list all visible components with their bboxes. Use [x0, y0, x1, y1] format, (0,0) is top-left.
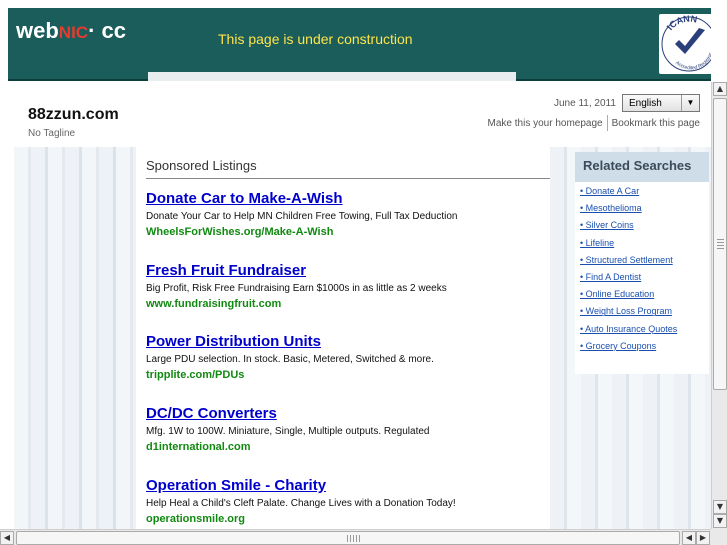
listing-title-link[interactable]: Fresh Fruit Fundraiser: [146, 262, 546, 279]
language-select-value: English: [629, 98, 662, 109]
related-searches-panel: Related Searches • Donate A Car • Mesoth…: [575, 152, 709, 374]
site-title: 88zzun.com: [28, 106, 119, 123]
listing-title-link[interactable]: Operation Smile - Charity: [146, 477, 546, 494]
related-searches-heading: Related Searches: [575, 152, 709, 182]
arrow-up-icon[interactable]: ▲: [713, 82, 727, 96]
language-select[interactable]: English ▼: [622, 94, 700, 112]
listing-description: Help Heal a Child's Cleft Palate. Change…: [146, 498, 456, 509]
listing-title-link[interactable]: Power Distribution Units: [146, 333, 546, 350]
listing-item: DC/DC Converters Mfg. 1W to 100W. Miniat…: [146, 405, 546, 453]
icann-badge[interactable]: ICANN Accredited Registrar: [659, 13, 711, 74]
current-date: June 11, 2011: [554, 98, 616, 109]
banner-strip: [148, 72, 516, 81]
sponsored-heading: Sponsored Listings: [146, 158, 257, 173]
listing-item: Donate Car to Make-A-Wish Donate Your Ca…: [146, 190, 546, 238]
arrow-down-icon[interactable]: ▼: [713, 500, 727, 514]
horizontal-scrollbar[interactable]: ◀ ◀ ▶: [0, 529, 711, 545]
page-viewport: webNIC· cc This page is under constructi…: [0, 0, 711, 529]
sponsored-listings-panel: Sponsored Listings Donate Car to Make-A-…: [136, 147, 550, 529]
make-homepage-link[interactable]: Make this your homepage: [488, 118, 603, 129]
arrow-right-icon[interactable]: ▶: [696, 531, 710, 545]
related-search-link[interactable]: • Donate A Car: [580, 186, 709, 203]
listing-url-link[interactable]: operationsmile.org: [146, 513, 546, 525]
listing-item: Operation Smile - Charity Help Heal a Ch…: [146, 477, 546, 525]
related-searches-list: • Donate A Car • Mesothelioma • Silver C…: [575, 182, 709, 358]
logo-cc-text: · cc: [88, 18, 126, 43]
registrar-banner: webNIC· cc This page is under constructi…: [8, 8, 711, 81]
icann-seal-icon: ICANN Accredited Registrar: [661, 13, 711, 72]
site-tagline: No Tagline: [28, 128, 76, 139]
arrow-down-icon[interactable]: ▼: [713, 514, 727, 528]
webnic-logo[interactable]: webNIC· cc: [16, 18, 126, 44]
listing-description: Big Profit, Risk Free Fundraising Earn $…: [146, 283, 447, 294]
vertical-scrollbar[interactable]: ▲ ▼ ▼: [711, 82, 727, 529]
logo-web-text: web: [16, 18, 59, 43]
listing-title-link[interactable]: DC/DC Converters: [146, 405, 546, 422]
listing-url-link[interactable]: d1international.com: [146, 441, 546, 453]
link-divider: [606, 115, 608, 131]
grip-icon: [717, 239, 724, 251]
listing-item: Power Distribution Units Large PDU selec…: [146, 333, 546, 381]
related-search-link[interactable]: • Silver Coins: [580, 220, 709, 237]
listing-item: Fresh Fruit Fundraiser Big Profit, Risk …: [146, 262, 546, 310]
related-search-link[interactable]: • Auto Insurance Quotes: [580, 324, 709, 341]
related-search-link[interactable]: • Structured Settlement: [580, 255, 709, 272]
related-search-link[interactable]: • Online Education: [580, 289, 709, 306]
related-search-link[interactable]: • Mesothelioma: [580, 203, 709, 220]
listing-url-link[interactable]: WheelsForWishes.org/Make-A-Wish: [146, 226, 546, 238]
related-search-link[interactable]: • Weight Loss Program: [580, 306, 709, 323]
sponsored-divider: [146, 178, 550, 179]
chevron-down-icon[interactable]: ▼: [681, 95, 699, 111]
decorative-stripes-left: [14, 147, 136, 529]
listing-title-link[interactable]: Donate Car to Make-A-Wish: [146, 190, 546, 207]
horizontal-scroll-thumb[interactable]: [16, 531, 680, 545]
listing-description: Donate Your Car to Help MN Children Free…: [146, 211, 458, 222]
header-links: Make this your homepage Bookmark this pag…: [488, 115, 700, 131]
vertical-scroll-thumb[interactable]: [713, 98, 727, 390]
listing-description: Mfg. 1W to 100W. Miniature, Single, Mult…: [146, 426, 430, 437]
logo-nic-text: NIC: [58, 23, 89, 42]
arrow-left-icon[interactable]: ◀: [0, 531, 14, 545]
related-search-link[interactable]: • Find A Dentist: [580, 272, 709, 289]
listing-description: Large PDU selection. In stock. Basic, Me…: [146, 354, 434, 365]
bookmark-link[interactable]: Bookmark this page: [612, 118, 700, 129]
related-search-link[interactable]: • Lifeline: [580, 238, 709, 255]
scrollbar-corner: [711, 529, 727, 545]
listing-url-link[interactable]: www.fundraisingfruit.com: [146, 298, 546, 310]
arrow-left-icon[interactable]: ◀: [682, 531, 696, 545]
listing-url-link[interactable]: tripplite.com/PDUs: [146, 369, 546, 381]
related-search-link[interactable]: • Grocery Coupons: [580, 341, 709, 358]
construction-message: This page is under construction: [218, 31, 413, 47]
grip-icon: [347, 535, 361, 542]
